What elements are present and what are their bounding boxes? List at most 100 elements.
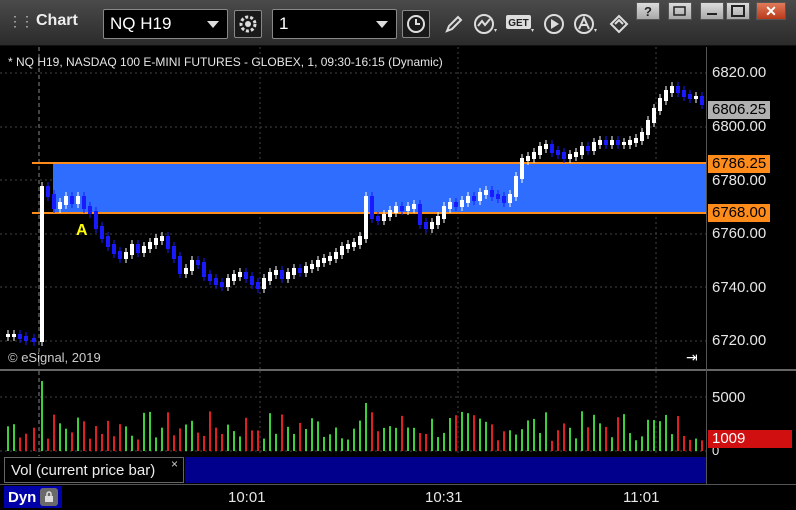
studies-button[interactable]: [472, 10, 500, 38]
minimize-button[interactable]: [700, 2, 724, 20]
candle-body: [694, 96, 698, 99]
candle-body: [310, 264, 314, 269]
candle-body: [502, 196, 506, 203]
candle-body: [430, 222, 434, 229]
candle-body: [412, 204, 416, 209]
interval-combo[interactable]: 1: [272, 9, 397, 39]
candle-body: [586, 146, 590, 151]
scroll-to-end-icon[interactable]: ⇥: [686, 349, 698, 366]
symbol-combo[interactable]: NQ H19: [103, 9, 228, 39]
window-title[interactable]: ⋮⋮ Chart: [8, 12, 78, 30]
close-button[interactable]: ✕: [756, 2, 786, 20]
price-chart[interactable]: A: [0, 47, 706, 369]
volume-axis-label: 5000: [712, 389, 746, 406]
current-price-tag: 6806.25: [708, 101, 771, 119]
candle-body: [640, 132, 644, 141]
candle-body: [466, 196, 470, 203]
candle-body: [208, 274, 212, 281]
time-axis[interactable]: [0, 484, 796, 510]
settings-button[interactable]: [234, 10, 262, 38]
candle-body: [370, 196, 374, 219]
study-wave-icon: [474, 14, 497, 34]
candle-body: [160, 236, 164, 241]
draw-button[interactable]: [440, 10, 468, 38]
volume-chart[interactable]: [0, 371, 706, 456]
zone-bottom-price-tag: 6768.00: [708, 204, 771, 222]
alert-button[interactable]: [572, 10, 600, 38]
lock-icon[interactable]: [40, 488, 59, 506]
candle-body: [664, 90, 668, 101]
candle-body: [514, 176, 518, 197]
window-title-text: Chart: [36, 12, 78, 29]
help-icon: ?: [644, 3, 652, 19]
candle-body: [6, 334, 10, 337]
candle-body: [658, 98, 662, 111]
candle-body: [652, 108, 656, 123]
candle-body: [478, 192, 482, 201]
candle-body: [226, 278, 230, 287]
candle-body: [376, 216, 380, 221]
chart-toolbar: ⋮⋮ Chart NQ H19 1 GET ? ✕: [0, 0, 796, 46]
candle-body: [496, 194, 500, 199]
dynamic-mode-button[interactable]: Dyn: [4, 486, 63, 508]
candle-body: [274, 270, 278, 275]
candle-body: [24, 336, 28, 341]
candle-body: [52, 194, 56, 209]
candle-body: [292, 268, 296, 275]
play-icon: [544, 14, 564, 34]
chevron-down-icon[interactable]: [207, 21, 219, 28]
candle-body: [196, 260, 200, 265]
candle-body: [634, 138, 638, 143]
get-data-button[interactable]: GET: [505, 10, 537, 38]
candle-body: [172, 246, 176, 259]
replay-button[interactable]: [540, 10, 568, 38]
candle-body: [388, 210, 392, 217]
current-volume-tag: 1009: [708, 430, 792, 448]
zone-top-price-tag: 6786.25: [708, 155, 771, 173]
candle-body: [346, 244, 350, 249]
candle-body: [298, 268, 302, 273]
volume-legend-label: Vol (current price bar): [11, 462, 156, 479]
link-button[interactable]: [605, 10, 633, 38]
candle-body: [460, 200, 464, 207]
close-icon: ✕: [765, 2, 777, 19]
time-axis-label: 11:01: [623, 489, 660, 506]
candle-body: [646, 120, 650, 135]
volume-legend[interactable]: Vol (current price bar): [4, 457, 184, 483]
time-button[interactable]: [402, 10, 430, 38]
candle-body: [394, 206, 398, 213]
settings-gear-icon: [239, 15, 257, 33]
price-scale-separator: [706, 47, 707, 487]
candle-body: [76, 196, 80, 204]
candle-body: [526, 156, 530, 161]
clock-icon: [407, 15, 425, 33]
restore-button[interactable]: [668, 2, 692, 20]
price-zone: [53, 163, 706, 213]
candle-body: [124, 252, 128, 259]
drag-grip-icon[interactable]: ⋮⋮: [8, 13, 34, 30]
candle-body: [32, 338, 36, 342]
candle-body: [562, 152, 566, 159]
candle-body: [532, 152, 536, 159]
candle-body: [610, 140, 614, 145]
candle-body: [406, 206, 410, 211]
candle-body: [166, 236, 170, 249]
dyn-label: Dyn: [8, 488, 37, 506]
candle-body: [328, 256, 332, 261]
help-button[interactable]: ?: [636, 2, 660, 20]
volume-legend-close-icon[interactable]: ×: [171, 457, 178, 471]
maximize-button[interactable]: [726, 2, 750, 20]
candle-body: [82, 196, 86, 209]
candle-body: [190, 260, 194, 271]
candle-body: [244, 272, 248, 279]
minimize-icon: [707, 13, 717, 15]
candle-body: [670, 86, 674, 93]
candle-body: [148, 242, 152, 249]
price-axis-label: 6780.00: [712, 172, 767, 189]
candle-body: [682, 90, 686, 97]
candle-body: [100, 226, 104, 239]
candle-body: [70, 196, 74, 204]
restore-icon: [673, 6, 686, 16]
chevron-down-icon[interactable]: [376, 21, 388, 28]
interval-value: 1: [279, 14, 289, 33]
